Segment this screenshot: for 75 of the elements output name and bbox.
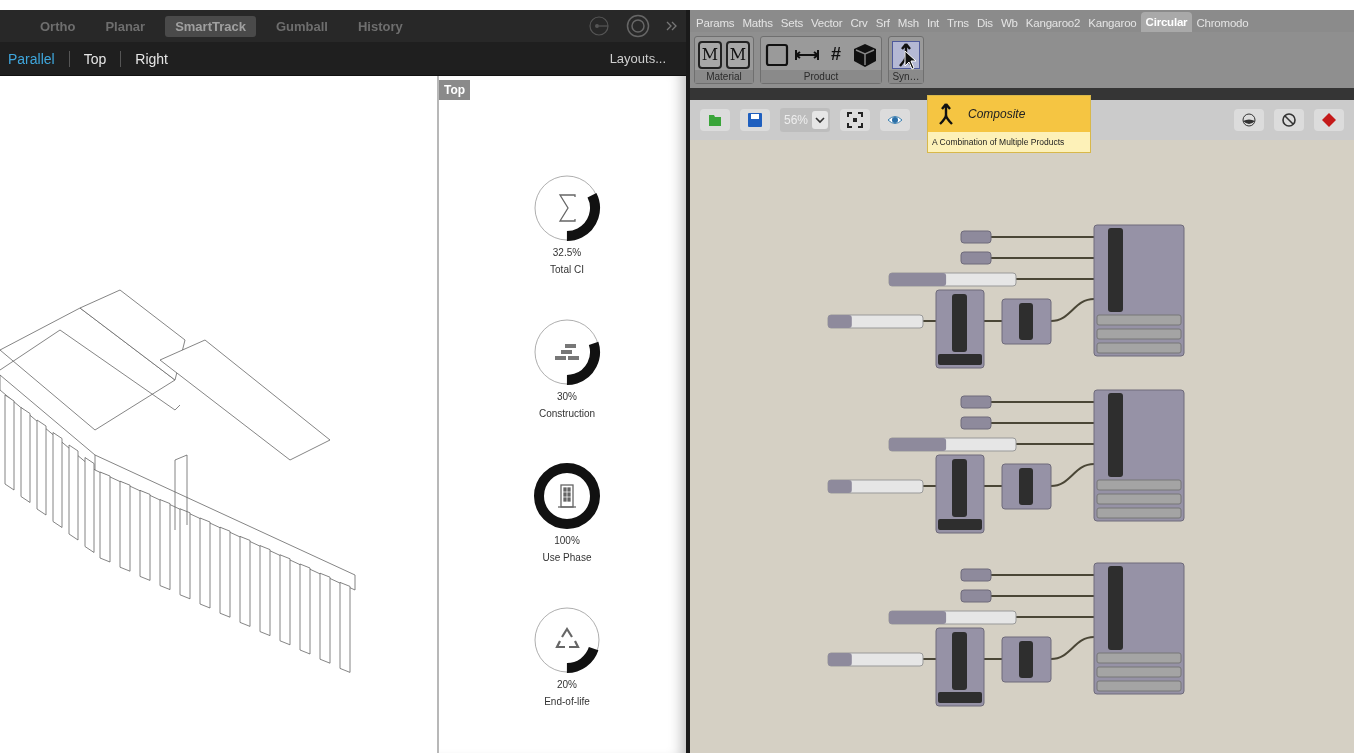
view-tab[interactable]: Parallel <box>8 48 69 69</box>
ribbon-panel-label: Syn… <box>889 70 923 83</box>
gauge-label: Use Phase <box>542 552 592 563</box>
component-tab[interactable]: Wb <box>996 14 1022 32</box>
parameter-node <box>960 568 992 582</box>
component-tab[interactable]: Kangaroo2 <box>1021 14 1085 32</box>
layouts-button[interactable]: Layouts... <box>603 50 672 67</box>
viewport-label: Top <box>439 80 471 100</box>
ribbon-panel-label: Product <box>761 70 881 83</box>
toggle-button[interactable]: SmartTrack <box>165 15 256 37</box>
gauge-label: Construction <box>538 408 596 419</box>
ribbon-panel-label: Material <box>695 70 753 83</box>
save-button[interactable] <box>740 109 770 131</box>
tooltip-description: A Combination of Multiple Products <box>931 136 1066 149</box>
gauge-label: End-of-life <box>544 696 590 707</box>
component-tab[interactable]: Dis <box>972 14 997 32</box>
toggle-button[interactable]: Gumball <box>265 15 338 37</box>
sphere-button[interactable] <box>1234 109 1264 131</box>
parameter-node <box>960 230 992 244</box>
concentric-circles-icon[interactable] <box>626 14 650 38</box>
component-node <box>1001 463 1052 510</box>
toggle-button[interactable]: Ortho <box>30 15 86 37</box>
save-icon <box>747 112 763 128</box>
toggle-button[interactable]: Planar <box>95 15 156 37</box>
component-tab[interactable]: Vector <box>806 14 847 32</box>
parameter-node <box>960 395 992 409</box>
eye-button[interactable] <box>880 109 911 131</box>
gauge-value: 30% <box>557 391 577 402</box>
folder-icon <box>707 112 723 128</box>
gauge-value: 20% <box>557 679 577 690</box>
zoom-extents-icon <box>847 112 864 128</box>
gem-icon <box>1321 112 1337 128</box>
parameter-node <box>960 416 992 430</box>
wire <box>1050 298 1095 322</box>
parameter-node <box>960 589 992 603</box>
no-entry-icon <box>1281 112 1297 128</box>
component-tab[interactable]: Int <box>922 14 944 32</box>
component-tab[interactable]: Trns <box>943 14 973 32</box>
component-tab[interactable]: Circular <box>1140 12 1193 32</box>
cube-icon <box>852 41 878 68</box>
component-button[interactable]: # <box>824 40 848 69</box>
parameter-node <box>960 251 992 265</box>
component-tab[interactable]: Crv <box>846 14 872 32</box>
recycle-icon <box>555 626 580 649</box>
sphere-icon <box>1241 112 1257 128</box>
gauge-value: 32.5% <box>552 247 582 258</box>
component-node <box>1001 298 1052 345</box>
view-tab[interactable]: Top <box>69 48 121 69</box>
gauge-value: 100% <box>554 535 580 546</box>
gauge-label: Total CI <box>550 264 584 275</box>
mouse-cursor-icon <box>904 50 918 70</box>
toggle-button[interactable]: History <box>348 15 413 37</box>
wire <box>1050 636 1095 660</box>
component-tab[interactable]: Srf <box>871 14 894 32</box>
sigma-icon <box>558 194 576 222</box>
component-tab[interactable]: Msh <box>893 14 923 32</box>
component-tab[interactable]: Params <box>692 14 739 32</box>
component-tab[interactable]: Maths <box>738 14 777 32</box>
component-button[interactable]: M <box>698 40 722 69</box>
square-icon <box>764 41 790 68</box>
component-tab[interactable]: Chromodo <box>1192 14 1253 32</box>
no-entry-button[interactable] <box>1274 109 1304 131</box>
building-icon <box>557 484 577 508</box>
caret-icon <box>815 116 826 124</box>
component-tab[interactable]: Kangaroo <box>1084 14 1141 32</box>
zoom-extents-button[interactable] <box>840 109 871 131</box>
gem-button[interactable] <box>1314 109 1344 131</box>
bricks-icon <box>555 344 579 360</box>
view-tab[interactable]: Right <box>121 48 182 69</box>
tooltip-title: Composite <box>968 107 1026 121</box>
component-button[interactable]: M <box>726 40 750 69</box>
chevron-right-icon[interactable] <box>666 20 678 32</box>
wire <box>1050 463 1095 487</box>
component-node <box>1001 636 1052 683</box>
component-tab[interactable]: Sets <box>776 14 807 32</box>
